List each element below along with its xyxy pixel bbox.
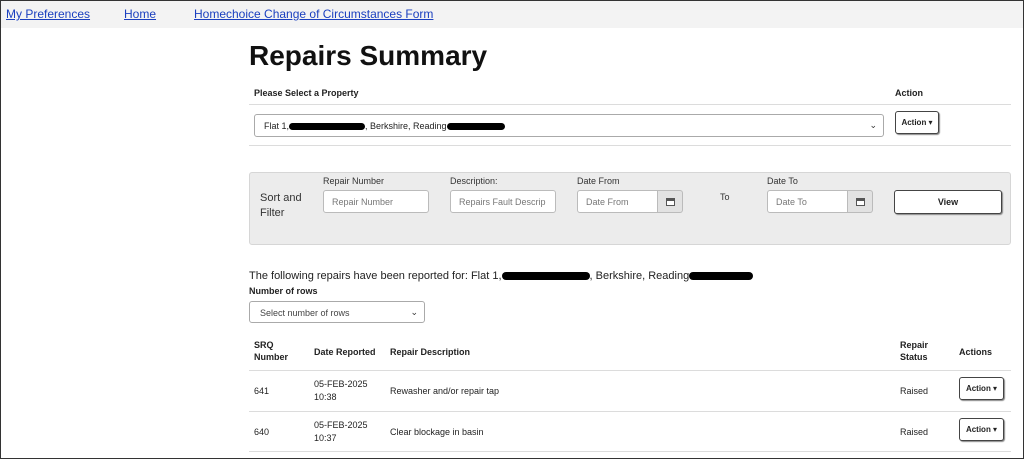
nav-link-my-preferences[interactable]: My Preferences	[6, 7, 90, 21]
repair-number-label: Repair Number	[323, 176, 385, 186]
redaction-mark	[446, 123, 505, 131]
column-header-repair-status: Repair Status	[900, 340, 929, 362]
nav-link-home[interactable]: Home	[124, 7, 156, 21]
divider	[249, 104, 1011, 105]
redaction-mark	[289, 123, 366, 131]
property-action-button[interactable]: Action ▾	[895, 111, 939, 134]
property-select[interactable]: Flat 1, , Berkshire, Reading ⌄	[254, 114, 884, 137]
divider	[249, 145, 1011, 146]
description-input[interactable]: Repairs Fault Descrip	[450, 190, 556, 213]
table-divider	[249, 451, 1011, 452]
chevron-down-icon: ⌄	[410, 307, 418, 317]
property-select-label: Please Select a Property	[254, 88, 359, 98]
table-divider	[249, 370, 1011, 371]
column-header-actions: Actions	[959, 347, 993, 357]
cell-srq-number: 641	[254, 386, 270, 396]
description-label: Description:	[450, 176, 498, 186]
repair-number-input[interactable]: Repair Number	[323, 190, 429, 213]
rows-select[interactable]: Select number of rows ⌄	[249, 301, 425, 323]
nav-link-change-of-circumstances[interactable]: Homechoice Change of Circumstances Form	[194, 7, 433, 21]
sort-filter-title: Sort and Filter	[260, 192, 302, 219]
report-text-prefix: The following repairs have been reported…	[249, 270, 502, 282]
redaction-mark	[689, 272, 754, 281]
cell-repair-status: Raised	[900, 386, 929, 396]
cell-time: 10:38	[314, 392, 337, 402]
rows-select-label: Number of rows	[249, 286, 318, 296]
column-header-srq-number: SRQ Number	[254, 340, 289, 362]
page-title: Repairs Summary	[249, 40, 488, 71]
column-header-date-reported: Date Reported	[314, 347, 376, 357]
column-header-repair-description: Repair Description	[390, 347, 471, 357]
cell-date-reported: 05-FEB-2025 10:38	[314, 378, 368, 404]
cell-date: 05-FEB-2025	[314, 379, 368, 389]
cell-repair-status: Raised	[900, 427, 929, 437]
action-column-label: Action	[895, 88, 923, 98]
row-action-button[interactable]: Action ▾	[959, 377, 1004, 400]
date-to-input[interactable]: Date To	[767, 190, 848, 213]
date-to-label: Date To	[767, 176, 798, 186]
report-text-middle: , Berkshire, Reading	[589, 270, 690, 282]
to-label: To	[720, 192, 730, 202]
rows-select-value: Select number of rows	[260, 308, 350, 318]
cell-date-reported: 05-FEB-2025 10:37	[314, 419, 368, 445]
redaction-mark	[501, 272, 590, 281]
row-action-button[interactable]: Action ▾	[959, 418, 1004, 441]
property-address-prefix: Flat 1,	[264, 121, 290, 131]
date-from-calendar-button[interactable]	[658, 190, 683, 213]
cell-repair-description: Rewasher and/or repair tap	[390, 386, 500, 396]
cell-date: 05-FEB-2025	[314, 420, 368, 430]
view-button[interactable]: View	[894, 190, 1002, 214]
date-from-input[interactable]: Date From	[577, 190, 658, 213]
cell-repair-description: Clear blockage in basin	[390, 427, 484, 437]
top-nav: My Preferences Home Homechoice Change of…	[1, 1, 1023, 28]
date-to-calendar-button[interactable]	[848, 190, 873, 213]
table-divider	[249, 411, 1011, 412]
reported-repairs-text: The following repairs have been reported…	[249, 270, 754, 282]
calendar-icon	[856, 198, 865, 206]
cell-srq-number: 640	[254, 427, 270, 437]
cell-time: 10:37	[314, 433, 337, 443]
calendar-icon	[666, 198, 675, 206]
chevron-down-icon: ⌄	[869, 120, 877, 130]
date-from-label: Date From	[577, 176, 620, 186]
property-address-middle: , Berkshire, Reading	[365, 121, 447, 131]
